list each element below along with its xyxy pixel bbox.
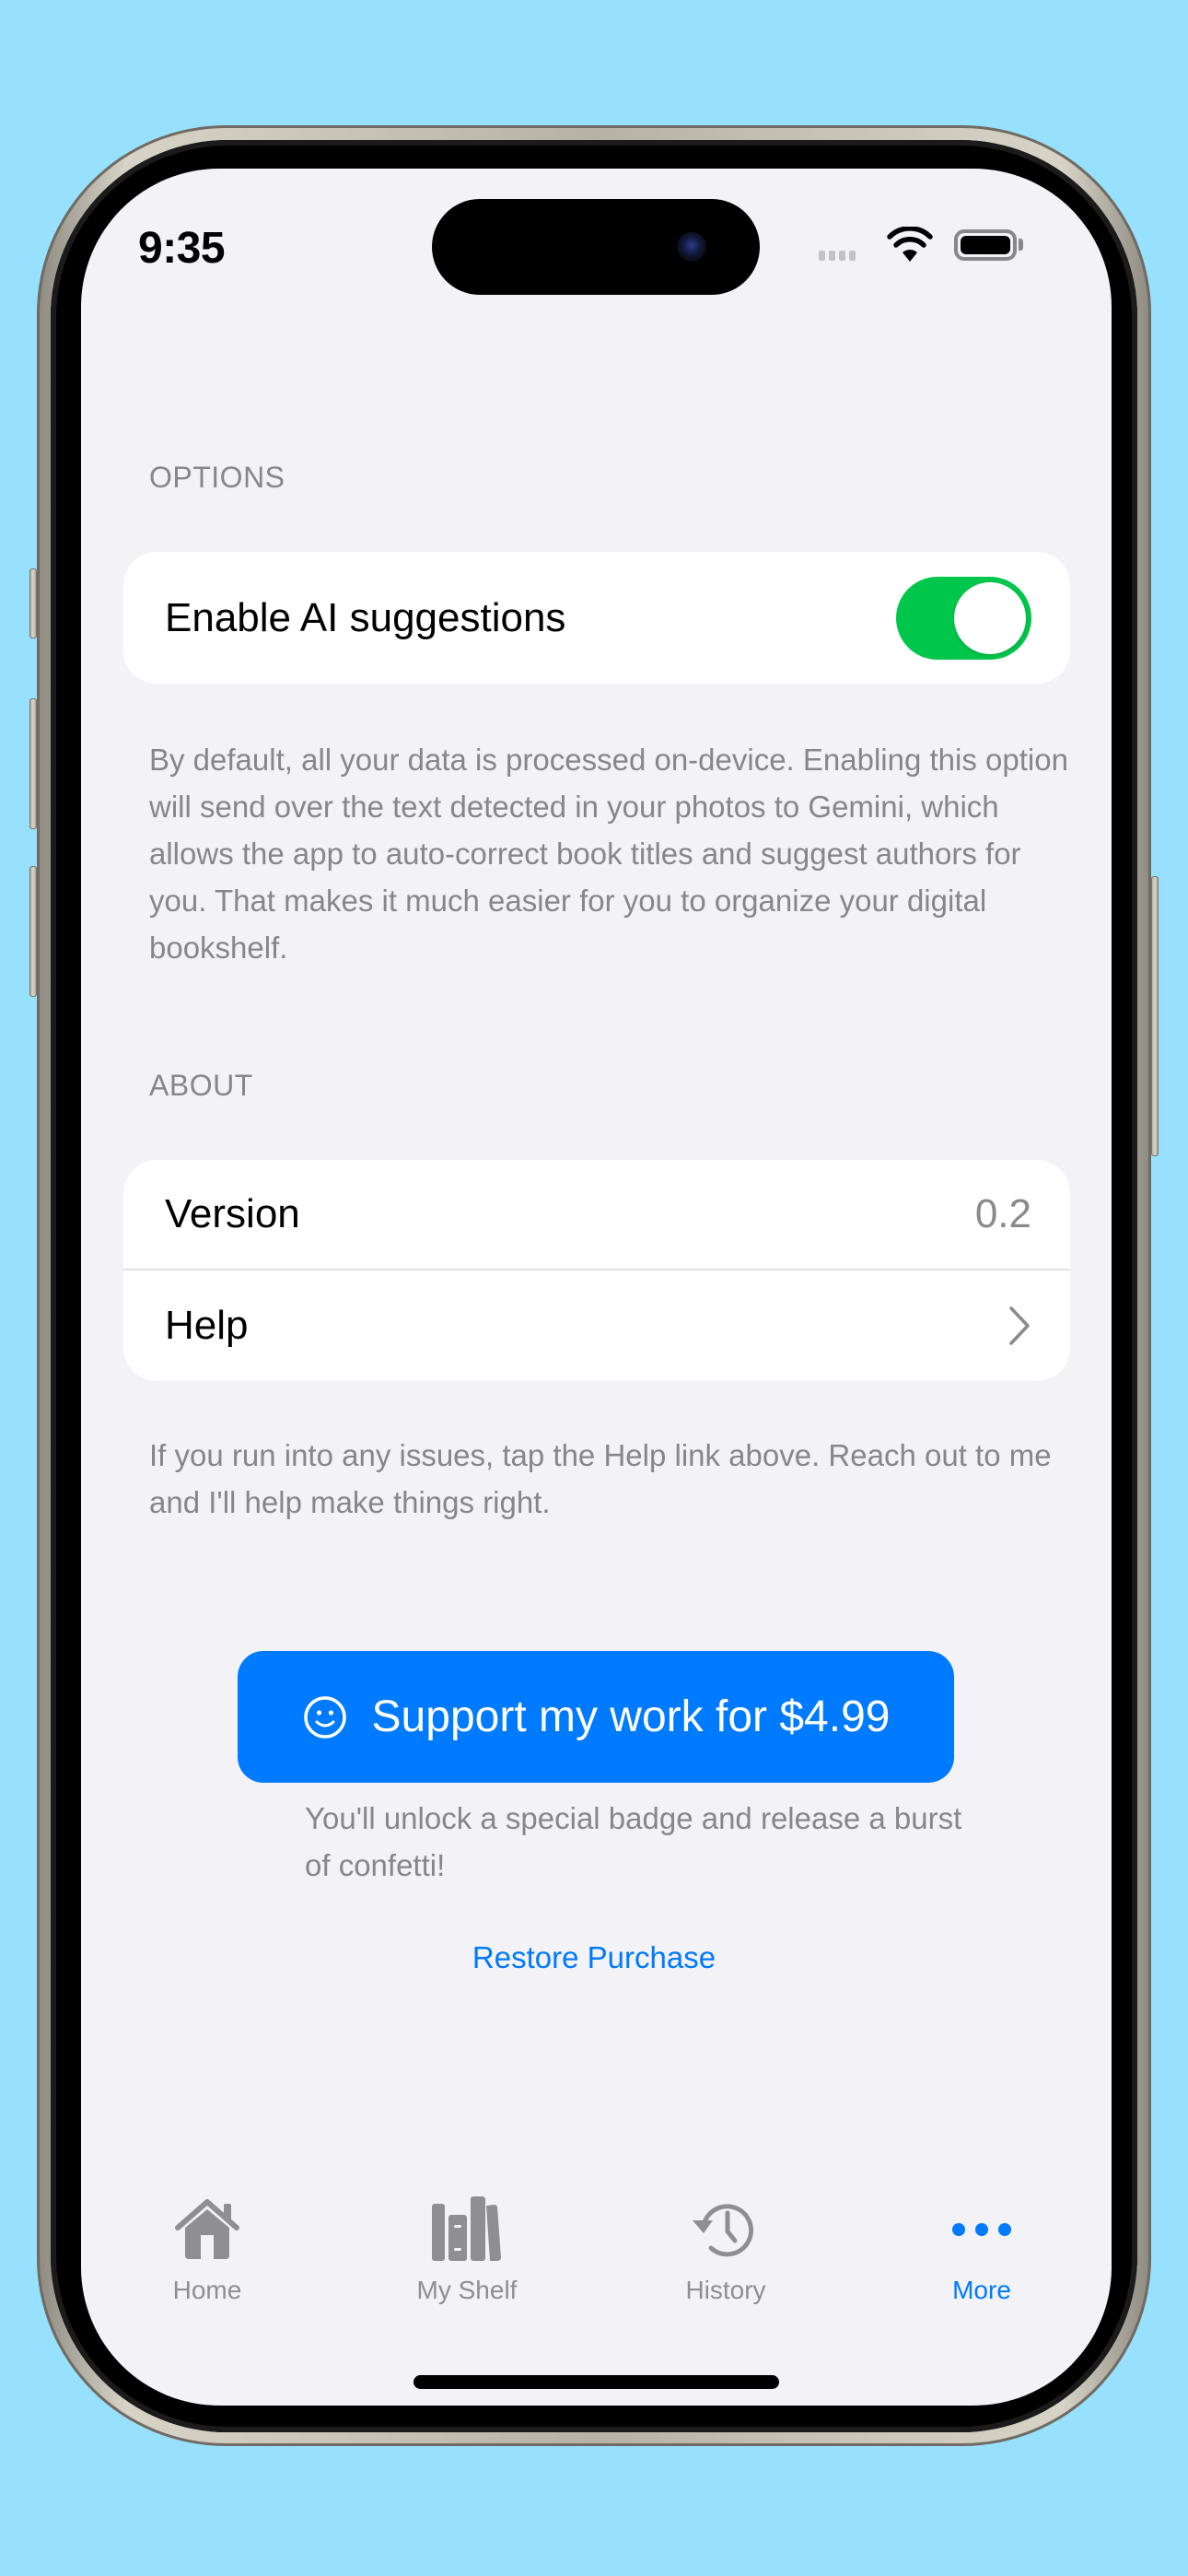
- volume-down-button: [29, 866, 37, 997]
- ai-suggestions-label: Enable AI suggestions: [165, 594, 566, 640]
- version-row: Version 0.2: [123, 1160, 1070, 1270]
- tab-more[interactable]: More: [890, 2193, 1074, 2305]
- cellular-signal-icon: [819, 251, 856, 261]
- dynamic-island: [432, 199, 760, 295]
- front-camera-icon: [677, 232, 706, 262]
- support-note: You'll unlock a special badge and releas…: [305, 1801, 962, 1882]
- tab-more-label: More: [952, 2276, 1011, 2304]
- options-card: Enable AI suggestions: [123, 552, 1070, 684]
- about-section-header: ABOUT: [149, 1069, 253, 1102]
- options-footer-text: By default, all your data is processed o…: [149, 743, 1068, 965]
- battery-icon: [954, 229, 1017, 261]
- support-button[interactable]: Support my work for $4.99: [238, 1651, 954, 1783]
- support-button-label: Support my work for $4.99: [371, 1692, 891, 1741]
- tab-home-label: Home: [172, 2276, 242, 2304]
- ai-suggestions-toggle[interactable]: [896, 576, 1031, 660]
- help-label: Help: [165, 1303, 249, 1348]
- version-label: Version: [165, 1191, 300, 1236]
- toggle-knob: [954, 581, 1026, 654]
- ai-suggestions-row: Enable AI suggestions: [123, 552, 1070, 684]
- about-footer-text: If you run into any issues, tap the Help…: [149, 1438, 1052, 1519]
- books-icon: [432, 2196, 501, 2261]
- tab-bar: Home My Shelf History More: [81, 2193, 1112, 2322]
- battery-tip: [1019, 239, 1023, 251]
- action-button: [29, 568, 37, 638]
- volume-up-button: [29, 698, 37, 829]
- version-value: 0.2: [974, 1191, 1031, 1236]
- options-section-header: OPTIONS: [149, 461, 285, 494]
- tab-history-label: History: [685, 2276, 766, 2304]
- restore-purchase-link[interactable]: Restore Purchase: [0, 1940, 1188, 1975]
- tab-home[interactable]: Home: [115, 2193, 299, 2305]
- help-row[interactable]: Help: [123, 1270, 1070, 1381]
- power-button: [1151, 876, 1159, 1156]
- ellipsis-icon: [952, 2223, 1011, 2236]
- smiley-face-icon: [303, 1695, 346, 1739]
- chevron-right-icon: [1009, 1306, 1030, 1345]
- status-time: 9:35: [138, 224, 226, 273]
- house-icon: [175, 2199, 239, 2259]
- tab-my-shelf[interactable]: My Shelf: [375, 2193, 559, 2305]
- tab-my-shelf-label: My Shelf: [416, 2276, 518, 2304]
- home-indicator[interactable]: [413, 2375, 779, 2389]
- history-clock-icon: [693, 2204, 753, 2257]
- about-card: Version 0.2 Help: [123, 1160, 1070, 1381]
- tab-history[interactable]: History: [634, 2193, 818, 2305]
- wifi-icon: [887, 227, 933, 262]
